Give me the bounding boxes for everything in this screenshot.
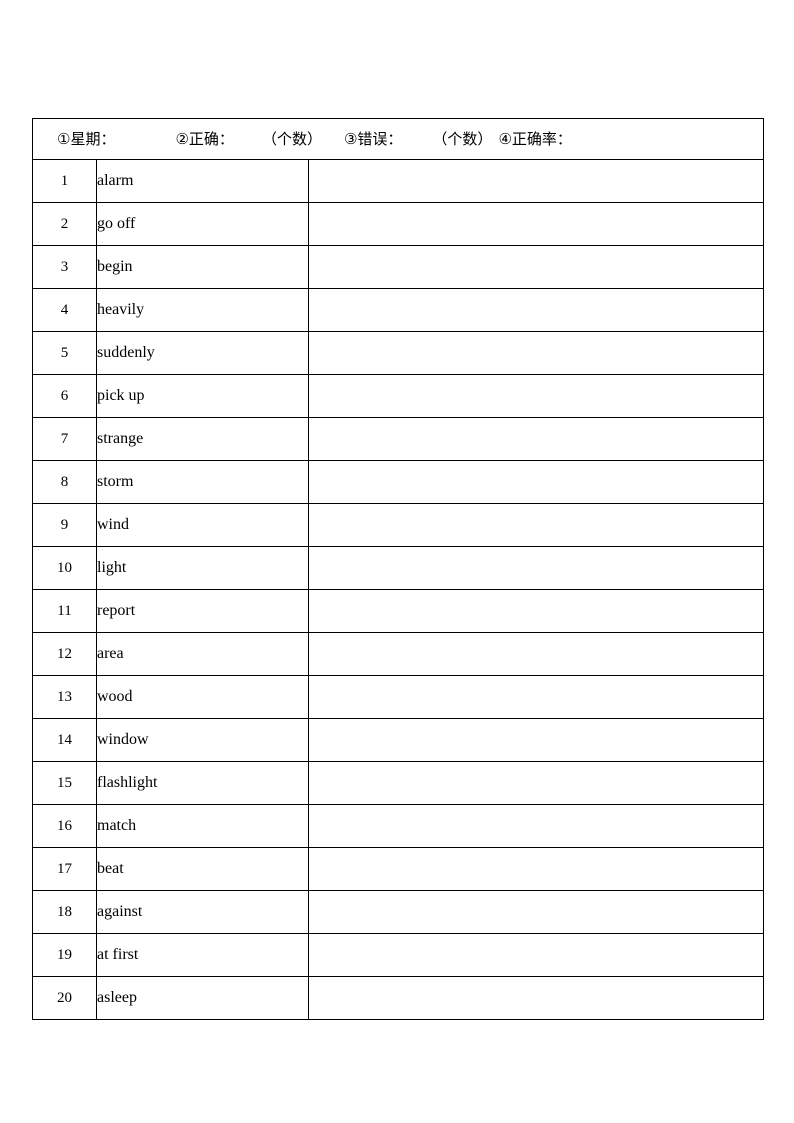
- row-number: 4: [32, 288, 97, 332]
- row-word: flashlight: [96, 761, 309, 805]
- row-word: go off: [96, 202, 309, 246]
- row-answer-area[interactable]: [308, 245, 764, 289]
- header-merged-cell: ①星期： ②正确： （个数） ③错误： （个数） ④正确率：: [32, 118, 764, 160]
- row-number: 11: [32, 589, 97, 633]
- table-row: 13 wood: [32, 675, 764, 719]
- row-answer-area[interactable]: [308, 976, 764, 1020]
- header-wrong-label: 错误：: [357, 129, 403, 148]
- table-row: 6 pick up: [32, 374, 764, 418]
- table-row: 18 against: [32, 890, 764, 934]
- row-number: 2: [32, 202, 97, 246]
- table-header-row: ①星期： ②正确： （个数） ③错误： （个数） ④正确率：: [32, 118, 764, 160]
- row-answer-area[interactable]: [308, 804, 764, 848]
- table-row: 19 at first: [32, 933, 764, 977]
- row-word: at first: [96, 933, 309, 977]
- table-body: ①星期： ②正确： （个数） ③错误： （个数） ④正确率： 1 alarm 2 go o…: [32, 118, 764, 1020]
- row-word: against: [96, 890, 309, 934]
- row-word: window: [96, 718, 309, 762]
- table-row: 11 report: [32, 589, 764, 633]
- row-word: heavily: [96, 288, 309, 332]
- table-row: 16 match: [32, 804, 764, 848]
- row-answer-area[interactable]: [308, 460, 764, 504]
- row-answer-area[interactable]: [308, 159, 764, 203]
- table-row: 15 flashlight: [32, 761, 764, 805]
- row-number: 14: [32, 718, 97, 762]
- table-row: 2 go off: [32, 202, 764, 246]
- header-accuracy-marker: ④: [498, 129, 512, 148]
- row-answer-area[interactable]: [308, 718, 764, 762]
- table-row: 10 light: [32, 546, 764, 590]
- vocabulary-table: ①星期： ②正确： （个数） ③错误： （个数） ④正确率： 1 alarm 2 go o…: [32, 118, 764, 1020]
- header-stats-line: ①星期： ②正确： （个数） ③错误： （个数） ④正确率：: [33, 129, 763, 148]
- row-word: asleep: [96, 976, 309, 1020]
- table-row: 20 asleep: [32, 976, 764, 1020]
- table-row: 9 wind: [32, 503, 764, 547]
- row-word: light: [96, 546, 309, 590]
- table-row: 5 suddenly: [32, 331, 764, 375]
- table-row: 17 beat: [32, 847, 764, 891]
- row-answer-area[interactable]: [308, 331, 764, 375]
- row-answer-area[interactable]: [308, 933, 764, 977]
- row-number: 13: [32, 675, 97, 719]
- row-answer-area[interactable]: [308, 847, 764, 891]
- row-word: beat: [96, 847, 309, 891]
- row-number: 16: [32, 804, 97, 848]
- row-number: 17: [32, 847, 97, 891]
- row-number: 10: [32, 546, 97, 590]
- row-word: match: [96, 804, 309, 848]
- table-row: 8 storm: [32, 460, 764, 504]
- header-wrong-marker: ③: [343, 129, 358, 148]
- row-number: 3: [32, 245, 97, 289]
- row-number: 5: [32, 331, 97, 375]
- row-answer-area[interactable]: [308, 417, 764, 461]
- row-word: wind: [96, 503, 309, 547]
- row-number: 8: [32, 460, 97, 504]
- row-answer-area[interactable]: [308, 503, 764, 547]
- row-number: 1: [32, 159, 97, 203]
- row-answer-area[interactable]: [308, 546, 764, 590]
- table-row: 14 window: [32, 718, 764, 762]
- row-word: area: [96, 632, 309, 676]
- row-number: 18: [32, 890, 97, 934]
- row-number: 6: [32, 374, 97, 418]
- row-answer-area[interactable]: [308, 374, 764, 418]
- table-row: 12 area: [32, 632, 764, 676]
- row-word: alarm: [96, 159, 309, 203]
- row-word: pick up: [96, 374, 309, 418]
- table-row: 1 alarm: [32, 159, 764, 203]
- row-number: 19: [32, 933, 97, 977]
- row-number: 9: [32, 503, 97, 547]
- row-answer-area[interactable]: [308, 675, 764, 719]
- row-word: strange: [96, 417, 309, 461]
- header-accuracy-label: 正确率：: [511, 129, 572, 148]
- header-weekday-label: 星期：: [70, 129, 116, 148]
- row-number: 7: [32, 417, 97, 461]
- row-answer-area[interactable]: [308, 761, 764, 805]
- header-weekday-marker: ①: [57, 129, 71, 148]
- row-word: report: [96, 589, 309, 633]
- row-answer-area[interactable]: [308, 890, 764, 934]
- row-word: begin: [96, 245, 309, 289]
- row-number: 12: [32, 632, 97, 676]
- table-row: 3 begin: [32, 245, 764, 289]
- table-row: 7 strange: [32, 417, 764, 461]
- row-answer-area[interactable]: [308, 589, 764, 633]
- row-answer-area[interactable]: [308, 202, 764, 246]
- row-word: suddenly: [96, 331, 309, 375]
- header-correct-count-unit: （个数）: [261, 129, 322, 148]
- header-wrong-count-unit: （个数）: [432, 129, 493, 148]
- row-word: storm: [96, 460, 309, 504]
- header-correct-label: 正确：: [188, 129, 234, 148]
- row-number: 20: [32, 976, 97, 1020]
- row-word: wood: [96, 675, 309, 719]
- row-number: 15: [32, 761, 97, 805]
- table-row: 4 heavily: [32, 288, 764, 332]
- row-answer-area[interactable]: [308, 288, 764, 332]
- row-answer-area[interactable]: [308, 632, 764, 676]
- header-correct-marker: ②: [175, 129, 189, 148]
- document-page: ①星期： ②正确： （个数） ③错误： （个数） ④正确率： 1 alarm 2 go o…: [0, 0, 794, 1123]
